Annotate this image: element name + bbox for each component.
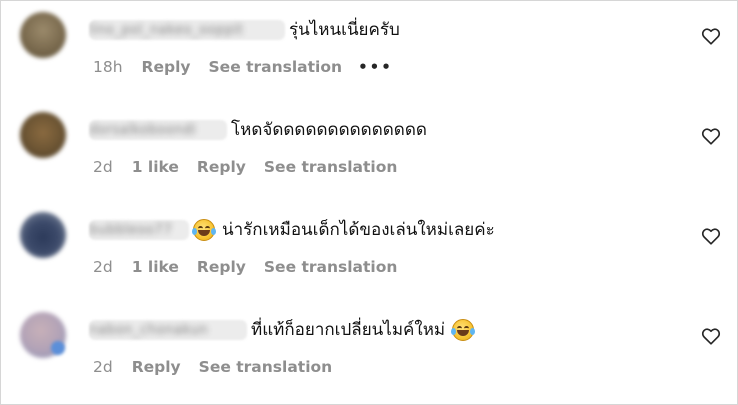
comment-text: รุ่นไหนเนี่ยครับ — [289, 20, 400, 40]
comment-meta: 2d 1 like Reply See translation — [93, 257, 397, 277]
comment-text: น่ารักเหมือนเด็กได้ของเล่นใหม่เลยค่ะ — [222, 220, 495, 240]
see-translation-button[interactable]: See translation — [199, 358, 333, 376]
see-translation-button[interactable]: See translation — [264, 158, 398, 176]
comment-username[interactable]: dorsalkoboondi — [89, 120, 227, 140]
comment-meta: 2d Reply See translation — [93, 357, 332, 377]
comment-item: lino_pol_nakeo_ooppit รุ่นไหนเนี่ยครับ 1… — [1, 1, 737, 101]
comment-body: bubbleoo77 น่ารักเหมือนเด็กได้ของเล่นใหม… — [89, 217, 495, 243]
heart-outline-icon[interactable] — [701, 227, 721, 245]
like-count[interactable]: 1 like — [132, 258, 179, 276]
comments-panel: lino_pol_nakeo_ooppit รุ่นไหนเนี่ยครับ 1… — [0, 0, 738, 405]
comment-item: dorsalkoboondi โหดจัดดดดดดดดดดดดดด 2d 1 … — [1, 101, 737, 201]
comment-meta: 18h Reply See translation ••• — [93, 57, 393, 77]
see-translation-button[interactable]: See translation — [264, 258, 398, 276]
heart-outline-icon[interactable] — [701, 127, 721, 145]
comment-item: bubbleoo77 น่ารักเหมือนเด็กได้ของเล่นใหม… — [1, 201, 737, 301]
comment-body: nabon_chonakun ที่แท้ก็อยากเปลี่ยนไมค์ให… — [89, 317, 476, 343]
comment-body: dorsalkoboondi โหดจัดดดดดดดดดดดดดด — [89, 117, 427, 143]
avatar-badge — [51, 341, 65, 355]
avatar[interactable] — [20, 12, 66, 58]
heart-outline-icon[interactable] — [701, 27, 721, 45]
comment-body: lino_pol_nakeo_ooppit รุ่นไหนเนี่ยครับ — [89, 17, 400, 43]
heart-outline-icon[interactable] — [701, 327, 721, 345]
comment-text: โหดจัดดดดดดดดดดดดดด — [231, 120, 427, 140]
reply-button[interactable]: Reply — [142, 58, 191, 76]
face-with-tears-of-joy-icon — [451, 319, 476, 341]
comment-timestamp[interactable]: 2d — [93, 158, 113, 176]
see-translation-button[interactable]: See translation — [209, 58, 343, 76]
comment-timestamp[interactable]: 2d — [93, 258, 113, 276]
like-count[interactable]: 1 like — [132, 158, 179, 176]
reply-button[interactable]: Reply — [197, 158, 246, 176]
more-options-icon[interactable]: ••• — [358, 58, 393, 76]
avatar[interactable] — [20, 212, 66, 258]
reply-button[interactable]: Reply — [132, 358, 181, 376]
comment-username[interactable]: bubbleoo77 — [89, 220, 189, 240]
reply-button[interactable]: Reply — [197, 258, 246, 276]
face-with-tears-of-joy-icon — [192, 219, 216, 241]
comment-timestamp[interactable]: 2d — [93, 358, 113, 376]
comment-text: ที่แท้ก็อยากเปลี่ยนไมค์ใหม่ — [251, 320, 446, 340]
comment-username[interactable]: nabon_chonakun — [89, 320, 247, 340]
avatar[interactable] — [20, 112, 66, 158]
comment-timestamp[interactable]: 18h — [93, 58, 123, 76]
comment-meta: 2d 1 like Reply See translation — [93, 157, 397, 177]
comment-username[interactable]: lino_pol_nakeo_ooppit — [89, 20, 285, 40]
comment-item: nabon_chonakun ที่แท้ก็อยากเปลี่ยนไมค์ให… — [1, 301, 737, 401]
